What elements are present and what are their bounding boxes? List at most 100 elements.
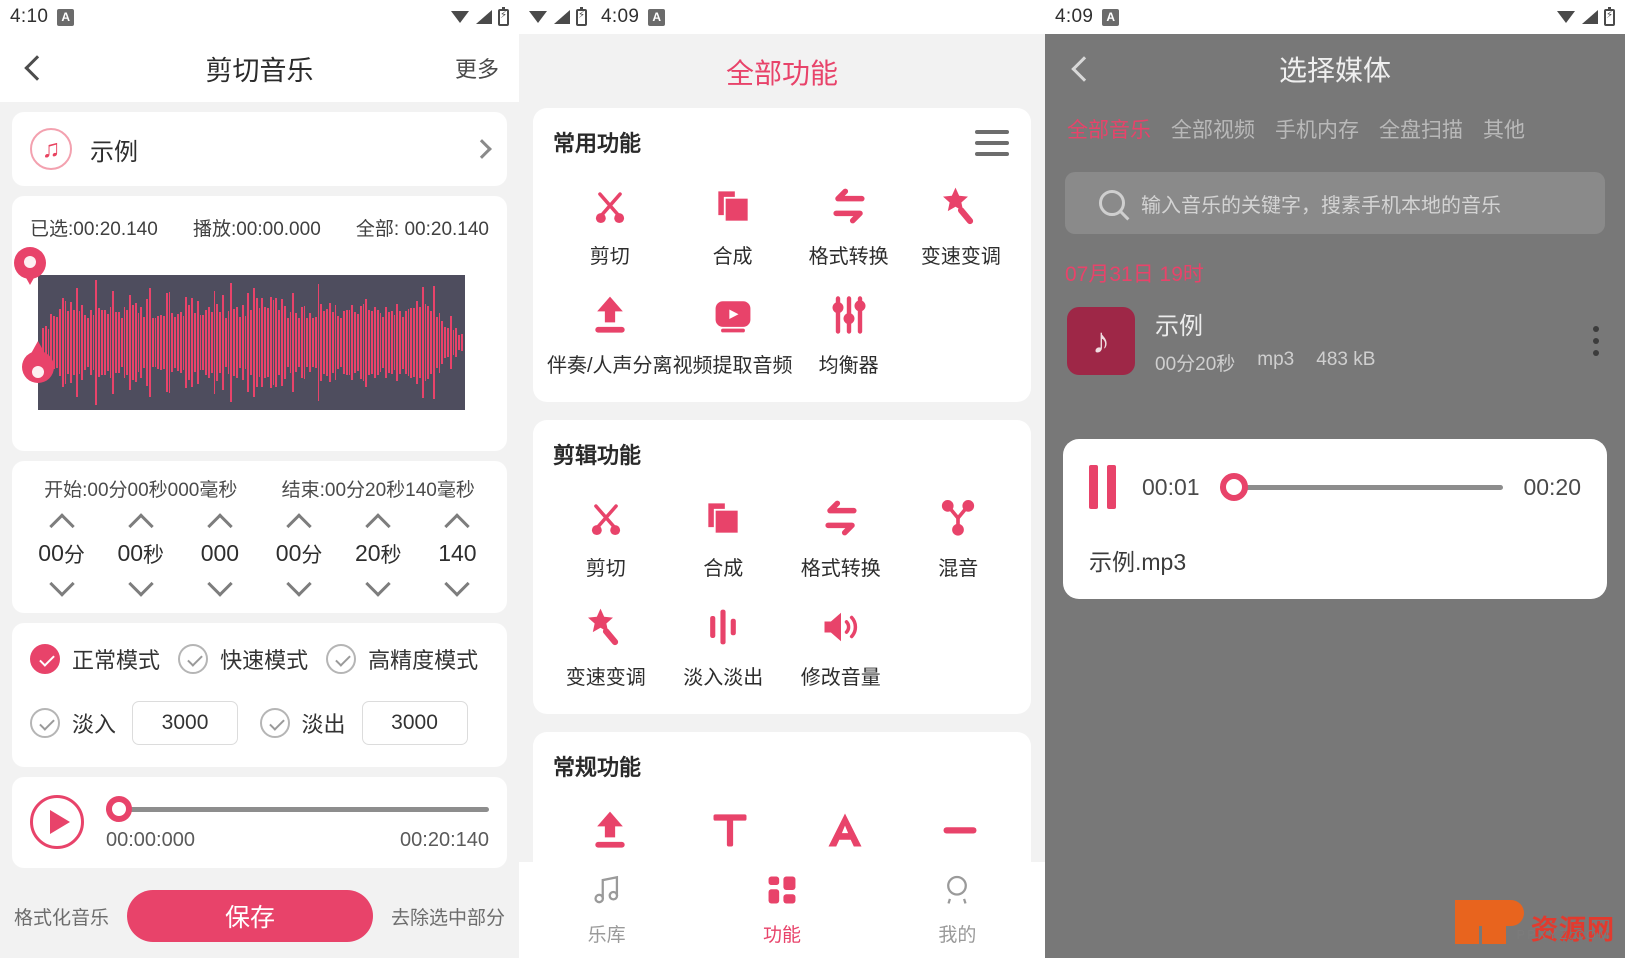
tab-all-music[interactable]: 全部音乐 xyxy=(1065,108,1153,150)
function-grid: 剪切 合成 格式转换 xyxy=(547,482,1017,694)
save-button[interactable]: 保存 xyxy=(127,890,373,942)
function-merge[interactable]: 合成 xyxy=(673,170,793,273)
function-cut[interactable]: 剪切 xyxy=(547,170,673,273)
start-second-stepper[interactable]: 00 秒 xyxy=(105,510,177,597)
minute-unit: 分 xyxy=(301,543,323,567)
audio-to-text-icon xyxy=(823,804,867,856)
tab-other[interactable]: 其他 xyxy=(1481,108,1527,150)
mode-option-precise[interactable]: 高精度模式 xyxy=(326,643,489,675)
start-handle[interactable] xyxy=(22,341,56,395)
mode-label: 高精度模式 xyxy=(368,648,479,673)
chevron-up-icon[interactable] xyxy=(288,510,310,532)
check-icon[interactable] xyxy=(30,644,60,674)
hamburger-icon[interactable] xyxy=(975,130,1009,163)
tab-all-video[interactable]: 全部视频 xyxy=(1169,108,1257,150)
status-time: 4:10 xyxy=(10,6,49,27)
start-ms-stepper[interactable]: 000 xyxy=(184,510,256,597)
chevron-up-icon[interactable] xyxy=(51,510,73,532)
start-minute-stepper[interactable]: 00 分 xyxy=(26,510,98,597)
search-icon xyxy=(1099,190,1125,216)
function-convert[interactable]: 格式转换 xyxy=(782,482,900,585)
pause-icon[interactable] xyxy=(1089,465,1116,509)
waveform-wrap[interactable] xyxy=(14,247,493,425)
function-convert[interactable]: 格式转换 xyxy=(793,170,905,273)
more-button[interactable]: 更多 xyxy=(455,52,499,84)
end-second-stepper[interactable]: 20 秒 xyxy=(342,510,414,597)
nav-item-library[interactable]: 乐库 xyxy=(519,873,694,947)
end-handle[interactable] xyxy=(14,247,48,291)
chevron-right-icon[interactable] xyxy=(472,139,492,159)
search-input[interactable]: 输入音乐的关键字，搜素手机本地的音乐 xyxy=(1065,172,1605,234)
chevron-down-icon[interactable] xyxy=(288,575,310,597)
chevron-down-icon[interactable] xyxy=(367,575,389,597)
selected-song-row[interactable]: ♫ 示例 xyxy=(12,112,507,186)
chevron-down-icon[interactable] xyxy=(446,575,468,597)
fade-out-option[interactable]: 淡出 3000 xyxy=(259,701,490,745)
function-volume[interactable]: 修改音量 xyxy=(782,591,900,694)
slider-knob[interactable] xyxy=(1219,473,1248,501)
watermark-domain: PPXYZ.COM xyxy=(1516,927,1611,942)
back-icon[interactable] xyxy=(20,55,46,81)
fade-out-input[interactable]: 3000 xyxy=(361,701,468,745)
function-label: 变速变调 xyxy=(920,246,1001,268)
battery-icon xyxy=(1604,6,1615,26)
list-item[interactable]: ♪ 示例 00分20秒 mp3 483 kB xyxy=(1045,288,1625,376)
chevron-up-icon[interactable] xyxy=(446,510,468,532)
check-icon[interactable] xyxy=(30,708,60,738)
function-speed-pitch[interactable]: 变速变调 xyxy=(905,170,1017,273)
function-merge[interactable]: 合成 xyxy=(665,482,783,585)
remove-selection-button[interactable]: 去除选中部分 xyxy=(391,903,505,930)
waveform-canvas[interactable] xyxy=(38,275,465,410)
tab-full-scan[interactable]: 全盘扫描 xyxy=(1377,108,1465,150)
blank-icon xyxy=(938,804,982,856)
format-music-button[interactable]: 格式化音乐 xyxy=(14,903,109,930)
chevron-down-icon[interactable] xyxy=(130,575,152,597)
split-arrow-icon xyxy=(588,289,632,341)
bottom-nav: 乐库 功能 我的 xyxy=(519,862,1045,958)
watermark: 资源网 PPXYZ.COM xyxy=(1455,900,1615,944)
fade-row: 淡入 3000 淡出 3000 xyxy=(30,701,489,745)
player-total-time: 00:20 xyxy=(1523,473,1581,500)
grid-icon xyxy=(765,873,799,912)
music-note-icon: ♫ xyxy=(30,128,72,170)
player-slider[interactable] xyxy=(1219,473,1504,501)
function-label: 均衡器 xyxy=(818,355,879,377)
chevron-up-icon[interactable] xyxy=(130,510,152,532)
mode-label: 正常模式 xyxy=(72,648,161,673)
end-ms-stepper[interactable]: 140 xyxy=(421,510,493,597)
chevron-down-icon[interactable] xyxy=(209,575,231,597)
mode-option-normal[interactable]: 正常模式 xyxy=(30,643,178,675)
nav-item-mine[interactable]: 我的 xyxy=(870,873,1045,947)
chevron-up-icon[interactable] xyxy=(367,510,389,532)
mode-option-fast[interactable]: 快速模式 xyxy=(178,643,326,675)
android-icon xyxy=(1102,8,1120,26)
playing-time: 播放:00:00.000 xyxy=(192,219,321,240)
function-video-extract[interactable]: 视频提取音频 xyxy=(673,279,793,382)
chevron-down-icon[interactable] xyxy=(51,575,73,597)
slider-knob[interactable] xyxy=(106,796,132,822)
nav-item-functions[interactable]: 功能 xyxy=(694,873,869,947)
section-edit-functions: 剪辑功能 剪切 合成 格式转换 混音 变速变调 淡入淡出 修改音量 xyxy=(533,420,1031,714)
function-vocal-separation[interactable]: 伴奏/人声分离 xyxy=(547,279,673,382)
panel-select-media: 4:09 选择媒体 全部音乐 全部视频 手机内存 全盘扫描 其他 xyxy=(1045,0,1625,958)
function-mix[interactable]: 混音 xyxy=(900,482,1018,585)
check-icon[interactable] xyxy=(326,644,357,674)
function-equalizer[interactable]: 均衡器 xyxy=(793,279,905,382)
function-speed-pitch[interactable]: 变速变调 xyxy=(547,591,665,694)
fade-in-option[interactable]: 淡入 3000 xyxy=(30,701,260,745)
function-fade[interactable]: 淡入淡出 xyxy=(665,591,783,694)
fade-in-input[interactable]: 3000 xyxy=(132,701,239,745)
check-icon[interactable] xyxy=(259,708,290,738)
tab-phone-storage[interactable]: 手机内存 xyxy=(1273,108,1361,150)
playback-times: 00:00:000 00:20:140 xyxy=(106,829,489,852)
volume-icon xyxy=(819,601,863,653)
kebab-icon[interactable] xyxy=(1593,326,1603,356)
playback-card: 00:00:000 00:20:140 xyxy=(12,777,507,868)
check-icon[interactable] xyxy=(178,644,209,674)
playback-slider[interactable] xyxy=(106,795,489,823)
function-cut[interactable]: 剪切 xyxy=(547,482,665,585)
play-icon[interactable] xyxy=(30,795,84,849)
end-minute-stepper[interactable]: 00 分 xyxy=(263,510,335,597)
section-heading: 常规功能 xyxy=(553,755,642,780)
chevron-up-icon[interactable] xyxy=(209,510,231,532)
